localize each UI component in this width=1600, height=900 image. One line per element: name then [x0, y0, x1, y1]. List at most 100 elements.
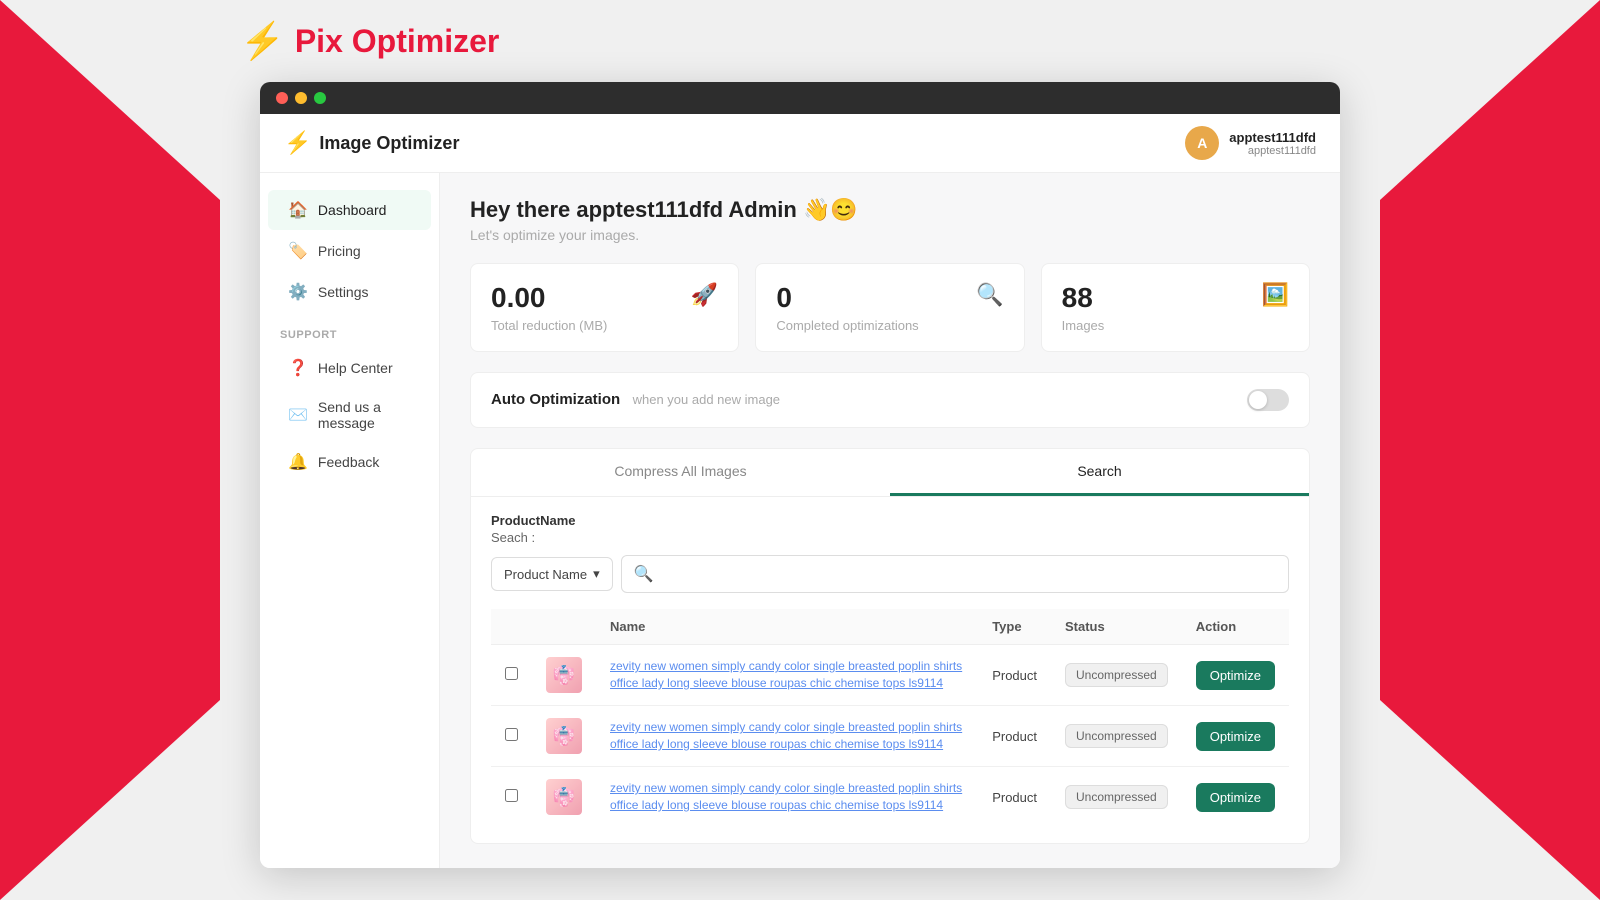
app-body: 🏠 Dashboard 🏷️ Pricing ⚙️ Settings SUPPO…	[260, 173, 1340, 868]
sidebar-item-feedback[interactable]: 🔔 Feedback	[268, 442, 431, 482]
top-bar: ⚡ Pix Optimizer	[0, 0, 1600, 82]
td-status: Uncompressed	[1051, 767, 1182, 828]
sidebar-item-dashboard[interactable]: 🏠 Dashboard	[268, 190, 431, 230]
td-image: 👘	[532, 767, 596, 828]
product-thumbnail: 👘	[546, 718, 582, 754]
td-action: Optimize	[1182, 706, 1289, 767]
select-label: Product Name	[504, 567, 587, 582]
stat-label-optimizations: Completed optimizations	[776, 318, 918, 333]
product-link[interactable]: zevity new women simply candy color sing…	[610, 780, 964, 814]
sidebar: 🏠 Dashboard 🏷️ Pricing ⚙️ Settings SUPPO…	[260, 173, 440, 868]
sidebar-item-send-message[interactable]: ✉️ Send us a message	[268, 389, 431, 441]
browser-chrome	[260, 82, 1340, 114]
product-link[interactable]: zevity new women simply candy color sing…	[610, 719, 964, 753]
product-link[interactable]: zevity new women simply candy color sing…	[610, 658, 964, 692]
sidebar-item-pricing[interactable]: 🏷️ Pricing	[268, 231, 431, 271]
tab-compress[interactable]: Compress All Images	[471, 449, 890, 496]
auto-optimization-bar: Auto Optimization when you add new image	[470, 372, 1310, 428]
support-section-label: SUPPORT	[260, 313, 439, 347]
search-icon: 🔍	[976, 282, 1003, 308]
td-action: Optimize	[1182, 645, 1289, 706]
dot-green[interactable]	[314, 92, 326, 104]
rocket-icon: 🚀	[691, 282, 718, 308]
tab-search[interactable]: Search	[890, 449, 1309, 496]
product-table: Name Type Status Action 👘 zevity new	[491, 609, 1289, 827]
table-header-row: Name Type Status Action	[491, 609, 1289, 645]
sidebar-label-pricing: Pricing	[318, 243, 361, 259]
sidebar-label-help: Help Center	[318, 360, 393, 376]
td-image: 👘	[532, 706, 596, 767]
bg-decoration-right	[1380, 0, 1600, 900]
status-badge: Uncompressed	[1065, 724, 1168, 748]
dot-yellow[interactable]	[295, 92, 307, 104]
main-content: Hey there apptest111dfd Admin 👋😊 Let's o…	[440, 173, 1340, 868]
tag-icon: 🏷️	[288, 241, 308, 261]
optimize-button[interactable]: Optimize	[1196, 783, 1275, 812]
tabs: Compress All Images Search	[470, 448, 1310, 497]
app-header: ⚡ Image Optimizer A apptest111dfd apptes…	[260, 114, 1340, 173]
auto-opt-sub: when you add new image	[633, 392, 780, 407]
optimize-button[interactable]: Optimize	[1196, 722, 1275, 751]
search-glass-icon: 🔍	[634, 564, 654, 584]
td-type: Product	[978, 645, 1051, 706]
auto-opt-title: Auto Optimization	[491, 391, 620, 408]
td-name: zevity new women simply candy color sing…	[596, 645, 978, 706]
th-image	[532, 609, 596, 645]
stats-row: 0.00 Total reduction (MB) 🚀 0 Completed …	[470, 263, 1310, 352]
search-row: Product Name ▾ 🔍	[491, 555, 1289, 593]
table-row: 👘 zevity new women simply candy color si…	[491, 645, 1289, 706]
td-image: 👘	[532, 645, 596, 706]
td-check	[491, 706, 532, 767]
stat-value-images: 88	[1062, 282, 1105, 314]
sidebar-item-settings[interactable]: ⚙️ Settings	[268, 272, 431, 312]
auto-opt-toggle[interactable]	[1247, 389, 1289, 411]
status-badge: Uncompressed	[1065, 785, 1168, 809]
greeting-sub: Let's optimize your images.	[470, 227, 1310, 243]
stat-label-images: Images	[1062, 318, 1105, 333]
td-type: Product	[978, 767, 1051, 828]
stat-card-optimizations: 0 Completed optimizations 🔍	[755, 263, 1024, 352]
sidebar-label-message: Send us a message	[318, 399, 411, 431]
table-row: 👘 zevity new women simply candy color si…	[491, 767, 1289, 828]
sidebar-label-feedback: Feedback	[318, 454, 379, 470]
bg-decoration-left	[0, 0, 220, 900]
user-email: apptest111dfd	[1229, 145, 1316, 157]
search-input[interactable]	[660, 567, 1276, 582]
th-check	[491, 609, 532, 645]
search-panel: ProductName Seach : Product Name ▾ 🔍	[470, 497, 1310, 844]
td-check	[491, 767, 532, 828]
search-sublabel: Seach :	[491, 530, 1289, 545]
optimize-button[interactable]: Optimize	[1196, 661, 1275, 690]
home-icon: 🏠	[288, 200, 308, 220]
logo-text: Pix Optimizer	[295, 23, 500, 60]
product-type-select[interactable]: Product Name ▾	[491, 557, 613, 591]
dot-red[interactable]	[276, 92, 288, 104]
app-title: Image Optimizer	[319, 133, 459, 154]
auto-opt-label-wrap: Auto Optimization when you add new image	[491, 391, 780, 409]
status-badge: Uncompressed	[1065, 663, 1168, 687]
product-thumbnail: 👘	[546, 779, 582, 815]
row-checkbox[interactable]	[505, 728, 518, 741]
td-status: Uncompressed	[1051, 706, 1182, 767]
gear-icon: ⚙️	[288, 282, 308, 302]
td-status: Uncompressed	[1051, 645, 1182, 706]
th-action: Action	[1182, 609, 1289, 645]
user-badge: A apptest111dfd apptest111dfd	[1185, 126, 1316, 160]
row-checkbox[interactable]	[505, 667, 518, 680]
td-action: Optimize	[1182, 767, 1289, 828]
sidebar-item-help-center[interactable]: ❓ Help Center	[268, 348, 431, 388]
bell-icon: 🔔	[288, 452, 308, 472]
filter-label: ProductName	[491, 513, 1289, 528]
avatar: A	[1185, 126, 1219, 160]
row-checkbox[interactable]	[505, 789, 518, 802]
logo-icon: ⚡	[240, 20, 285, 62]
browser-window: ⚡ Image Optimizer A apptest111dfd apptes…	[260, 82, 1340, 868]
user-name: apptest111dfd	[1229, 130, 1316, 145]
sidebar-label-dashboard: Dashboard	[318, 202, 387, 218]
td-name: zevity new women simply candy color sing…	[596, 767, 978, 828]
image-icon: 🖼️	[1262, 282, 1289, 308]
td-name: zevity new women simply candy color sing…	[596, 706, 978, 767]
mail-icon: ✉️	[288, 405, 308, 425]
app-logo: ⚡ Image Optimizer	[284, 130, 459, 156]
th-type: Type	[978, 609, 1051, 645]
